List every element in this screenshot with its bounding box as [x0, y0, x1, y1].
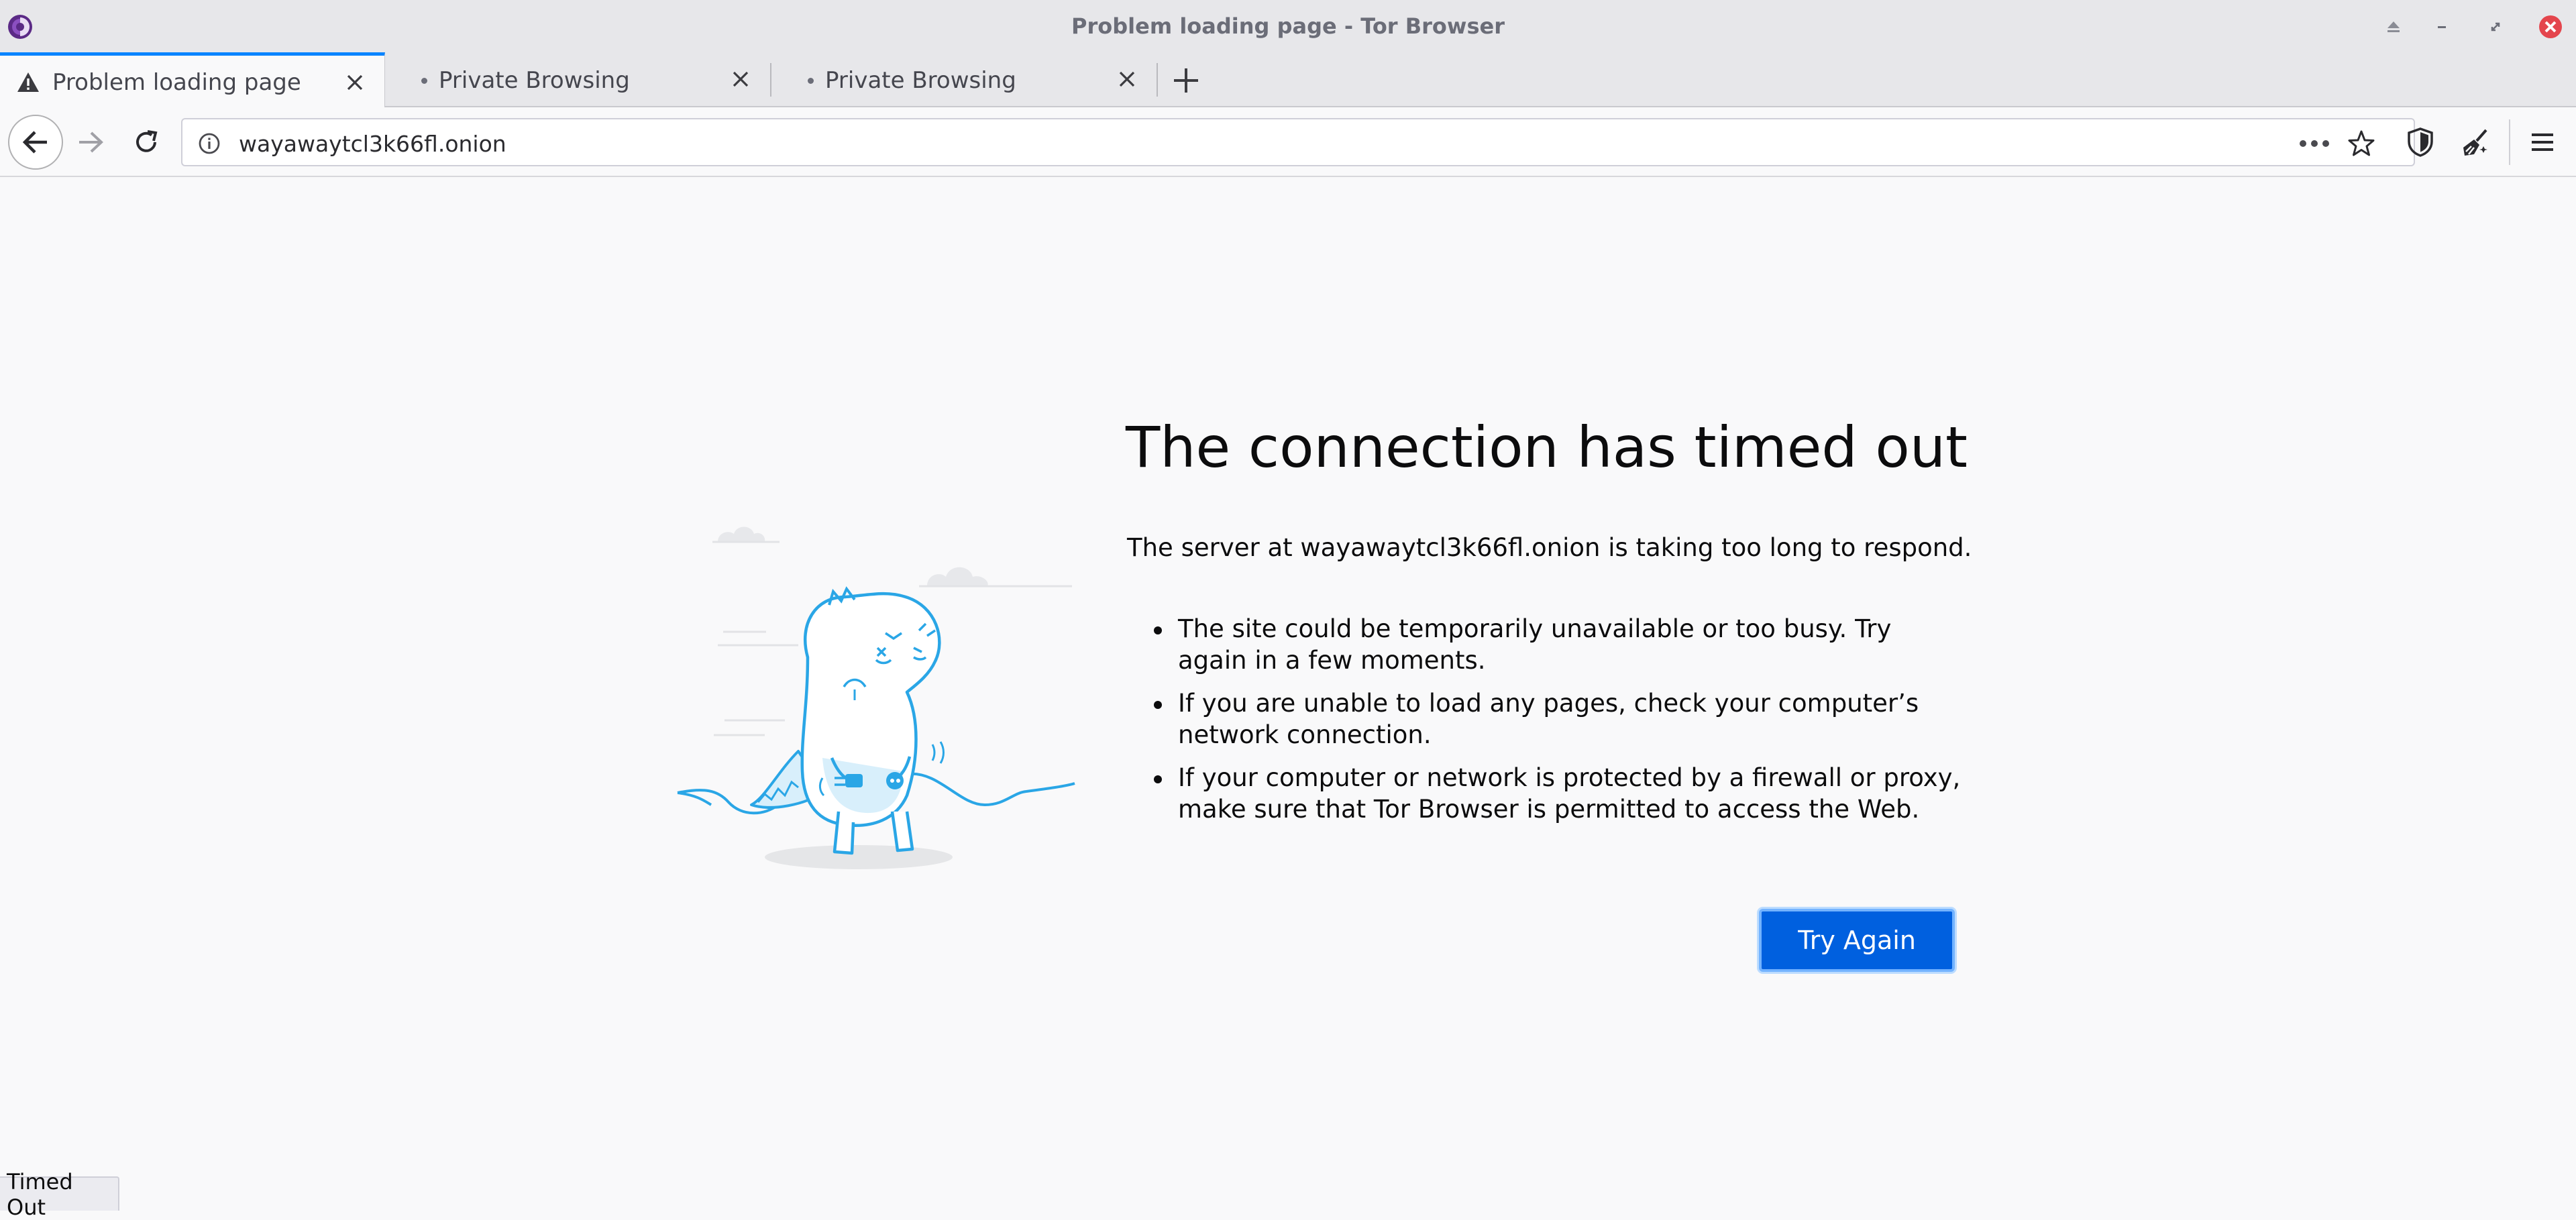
forward-button[interactable]	[66, 117, 117, 168]
list-item: The site could be temporarily unavailabl…	[1127, 613, 1966, 676]
error-title: The connection has timed out	[1126, 414, 1968, 480]
tab-label: Problem loading page	[52, 69, 301, 96]
plus-icon	[1174, 68, 1198, 93]
eject-icon[interactable]	[2379, 12, 2408, 42]
window-title: Problem loading page - Tor Browser	[1071, 13, 1505, 39]
tab-label: Private Browsing	[825, 67, 1016, 94]
tab-private-browsing-2[interactable]: Private Browsing	[773, 52, 1157, 107]
tab-strip: Problem loading page Private Browsing Pr…	[0, 52, 2576, 109]
list-item: If your computer or network is protected…	[1127, 762, 1966, 825]
unplugged-dinosaur-illustration	[677, 526, 1075, 869]
toolbar-divider	[2509, 119, 2510, 165]
error-description: The server at wayawaytcl3k66fl.onion is …	[1127, 533, 1972, 562]
forward-arrow-icon	[79, 131, 103, 153]
try-again-button[interactable]: Try Again	[1759, 909, 1955, 972]
close-window-icon[interactable]	[2536, 12, 2565, 42]
tab-label: Private Browsing	[439, 67, 630, 94]
url-bar[interactable]: wayawaytcl3k66fl.onion	[181, 118, 2415, 166]
tab-separator	[770, 63, 771, 97]
reload-button[interactable]	[121, 117, 172, 168]
url-text[interactable]: wayawaytcl3k66fl.onion	[239, 131, 506, 157]
info-icon[interactable]	[197, 131, 221, 156]
tab-problem-loading-page[interactable]: Problem loading page	[0, 52, 385, 109]
error-suggestions-list: The site could be temporarily unavailabl…	[1127, 613, 1966, 836]
close-tab-icon[interactable]	[343, 70, 367, 95]
maximize-icon[interactable]	[2481, 12, 2510, 42]
dot-icon	[421, 78, 427, 84]
dot-icon	[808, 78, 814, 84]
close-tab-icon[interactable]	[1115, 67, 1139, 91]
navigation-bar: wayawaytcl3k66fl.onion	[0, 107, 2576, 177]
status-panel: Timed Out	[0, 1169, 119, 1220]
bookmark-star-icon[interactable]	[2347, 129, 2376, 158]
tab-separator	[1157, 63, 1158, 97]
new-identity-broom-icon[interactable]	[2455, 122, 2496, 162]
page-actions-menu-icon[interactable]	[2296, 131, 2333, 156]
tab-private-browsing-1[interactable]: Private Browsing	[386, 52, 770, 107]
security-shield-icon[interactable]	[2400, 122, 2440, 162]
list-item: If you are unable to load any pages, che…	[1127, 687, 1966, 751]
title-bar: Problem loading page - Tor Browser	[0, 0, 2576, 52]
new-tab-button[interactable]	[1167, 62, 1205, 99]
hamburger-menu-icon[interactable]	[2522, 122, 2563, 162]
close-tab-icon[interactable]	[729, 67, 753, 91]
back-arrow-icon	[22, 131, 47, 154]
minimize-icon[interactable]	[2427, 12, 2457, 42]
back-button[interactable]	[8, 115, 63, 170]
tor-browser-icon	[8, 15, 32, 39]
reload-icon	[136, 130, 158, 152]
warning-icon	[17, 72, 39, 92]
